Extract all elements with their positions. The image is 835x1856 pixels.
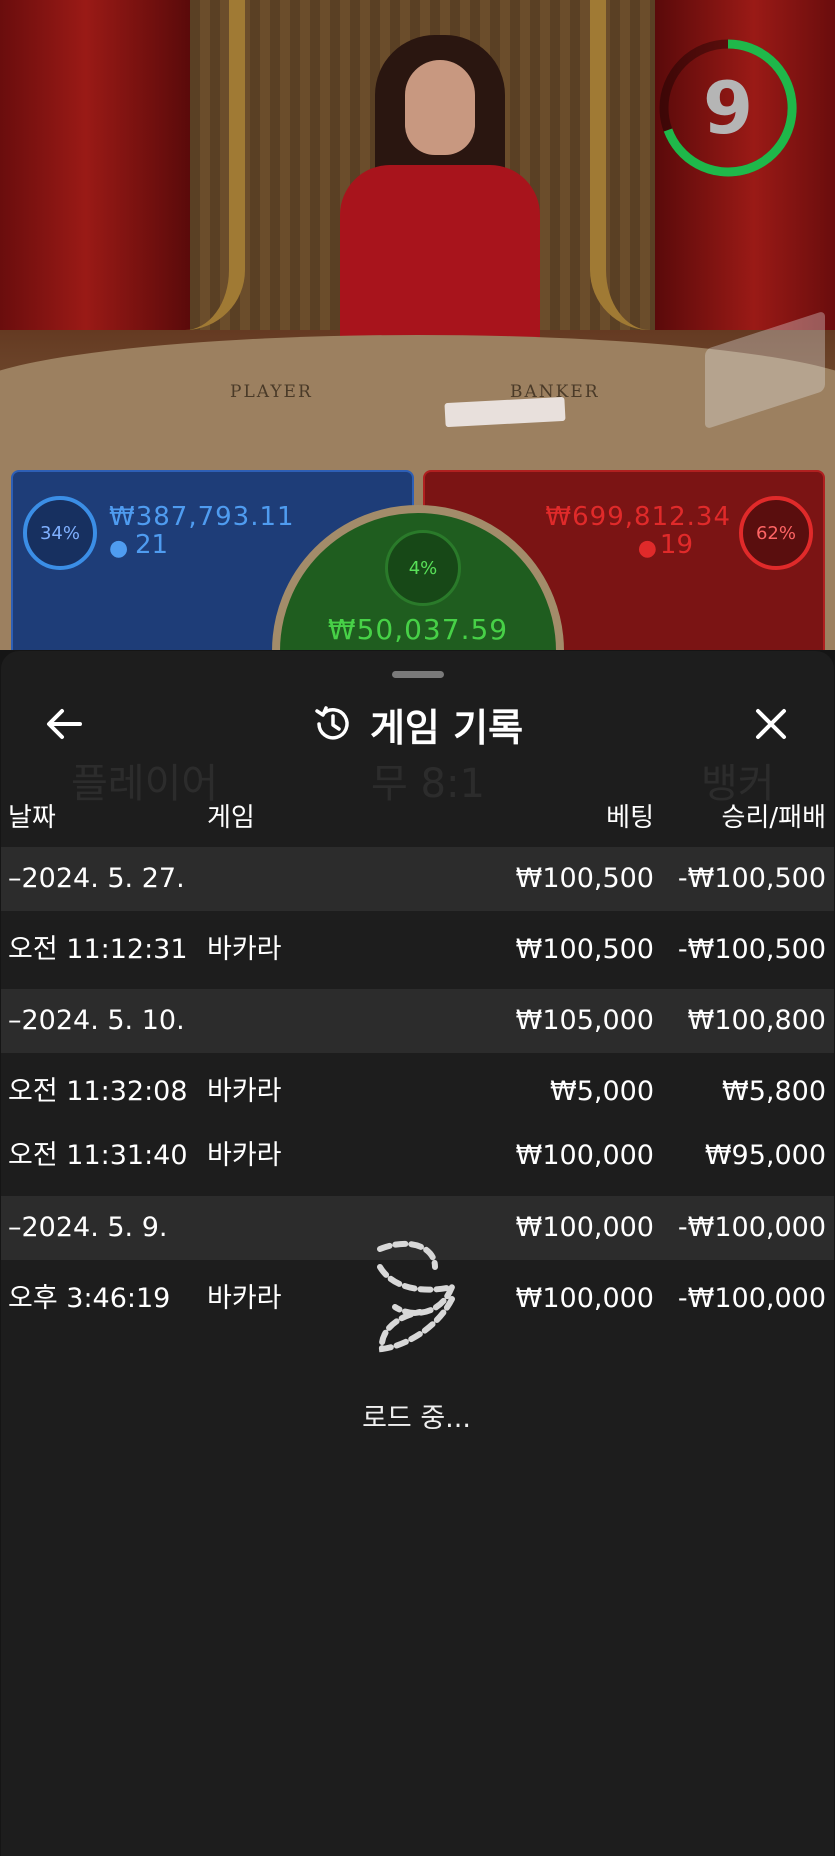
- history-row[interactable]: 오전 11:32:08 바카라 ₩5,000 ₩5,800: [1, 1060, 834, 1124]
- row-bet: ₩100,000: [515, 1283, 654, 1314]
- loading-text: 로드 중...: [362, 1403, 471, 1434]
- countdown-timer: 9: [658, 34, 798, 182]
- row-date: –2024. 5. 10.: [8, 1005, 185, 1036]
- dealer-body: [340, 165, 540, 355]
- row-bet: ₩100,500: [515, 934, 654, 965]
- row-game: 바카라: [207, 1283, 282, 1314]
- player-total-amount: ₩387,793.11: [109, 502, 295, 532]
- banker-total-amount: ₩699,812.34: [545, 502, 731, 532]
- row-bet: ₩105,000: [515, 1005, 654, 1036]
- felt-player-label: PLAYER: [230, 382, 313, 402]
- user-icon: ●: [637, 536, 657, 561]
- row-time: 오전 11:12:31: [8, 934, 188, 965]
- history-row[interactable]: 오전 11:12:31 바카라 ₩100,500 -₩100,500: [1, 918, 834, 982]
- row-game: 바카라: [207, 1076, 282, 1107]
- row-game: 바카라: [207, 934, 282, 965]
- banker-bettor-count: 19: [659, 530, 693, 560]
- column-header-result: 승리/패배: [721, 803, 826, 833]
- column-header-bet: 베팅: [606, 803, 654, 833]
- banker-percent-ring: 62%: [739, 496, 813, 570]
- date-group-row[interactable]: –2024. 5. 27. ₩100,500 -₩100,500: [1, 847, 834, 911]
- close-button[interactable]: [746, 699, 796, 749]
- history-table-header: 날짜 게임 베팅 승리/패배: [1, 797, 834, 837]
- row-result: -₩100,000: [677, 1283, 826, 1314]
- row-result: -₩100,500: [677, 863, 826, 894]
- sheet-title: 게임 기록: [369, 705, 524, 750]
- sheet-header: 게임 기록: [1, 697, 834, 751]
- row-result: ₩100,800: [687, 1005, 826, 1036]
- gold-arch-left: [150, 0, 245, 330]
- countdown-number: 9: [702, 66, 754, 150]
- row-date: –2024. 5. 27.: [8, 863, 185, 894]
- dealer-face: [405, 60, 475, 155]
- row-result: ₩5,800: [722, 1076, 826, 1107]
- tie-total-amount: ₩50,037.59: [327, 613, 509, 646]
- row-bet: ₩100,000: [515, 1140, 654, 1171]
- user-icon: ●: [109, 536, 129, 561]
- player-bettor-count: 21: [135, 530, 169, 560]
- row-time: 오전 11:32:08: [8, 1076, 188, 1107]
- row-result: ₩95,000: [704, 1140, 826, 1171]
- row-time: 오후 3:46:19: [8, 1283, 171, 1314]
- row-result: -₩100,500: [677, 934, 826, 965]
- history-icon: [315, 706, 349, 740]
- date-group-row[interactable]: –2024. 5. 10. ₩105,000 ₩100,800: [1, 989, 834, 1053]
- row-bet: ₩100,500: [515, 863, 654, 894]
- row-date: –2024. 5. 9.: [8, 1212, 168, 1243]
- row-bet: ₩100,000: [515, 1212, 654, 1243]
- drag-handle[interactable]: [392, 671, 444, 678]
- close-icon: [756, 709, 786, 739]
- column-header-game: 게임: [207, 803, 255, 833]
- tie-percent-ring: 4%: [385, 530, 461, 606]
- history-row[interactable]: 오전 11:31:40 바카라 ₩100,000 ₩95,000: [1, 1124, 834, 1188]
- player-percent-ring: 34%: [23, 496, 97, 570]
- loading-spinner-icon: [340, 1237, 490, 1367]
- row-result: -₩100,000: [677, 1212, 826, 1243]
- row-game: 바카라: [207, 1140, 282, 1171]
- column-header-date: 날짜: [8, 803, 56, 833]
- live-video: PLAYER BANKER 9 34% ₩387,793.11 ● 21 ₩69…: [0, 0, 835, 660]
- row-time: 오전 11:31:40: [8, 1140, 188, 1171]
- row-bet: ₩5,000: [550, 1076, 654, 1107]
